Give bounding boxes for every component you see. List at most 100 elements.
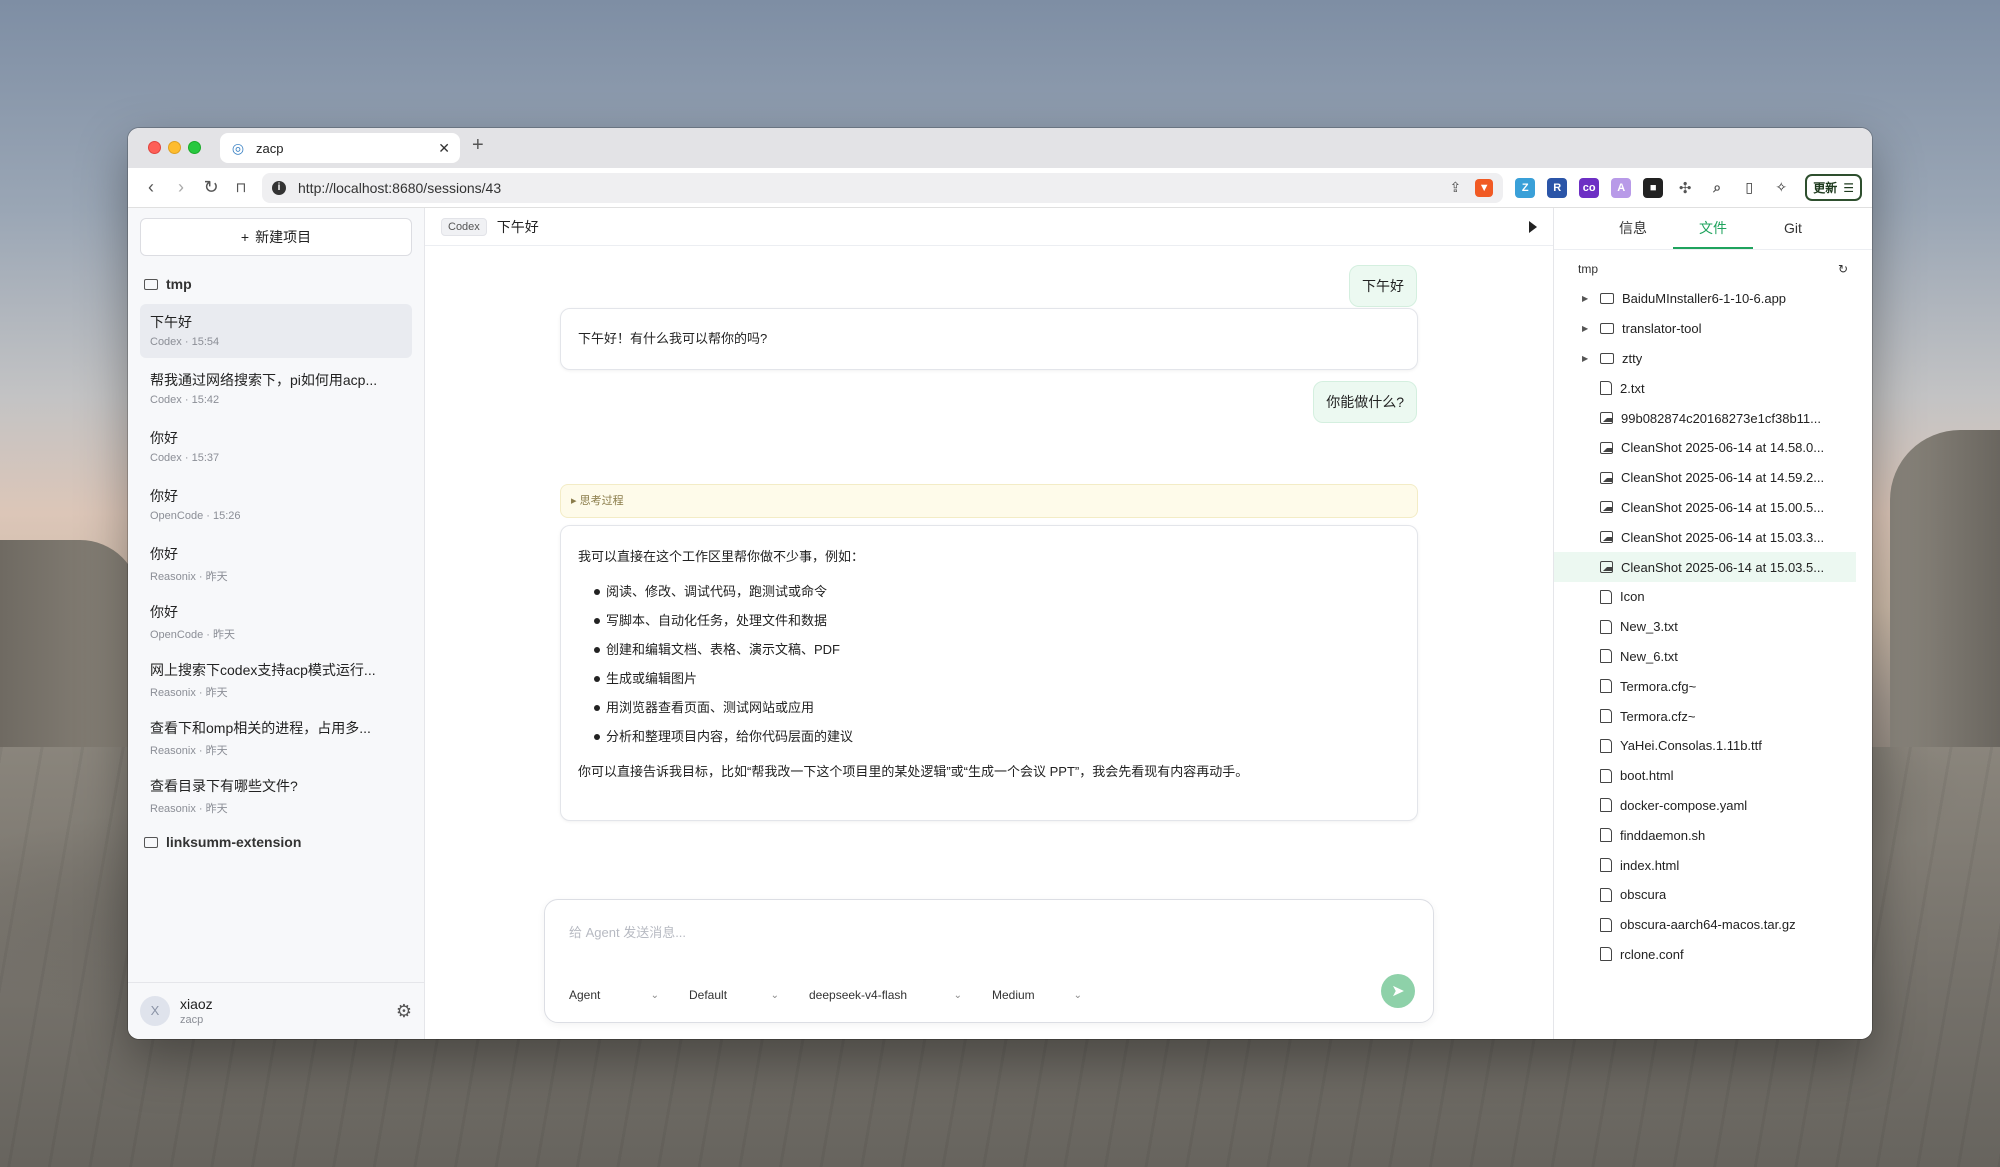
- file-entry[interactable]: New_3.txt: [1554, 612, 1856, 642]
- file-icon: [1600, 649, 1612, 664]
- gear-icon[interactable]: ⚙: [396, 1001, 412, 1022]
- back-icon[interactable]: ‹: [138, 175, 164, 201]
- folder-icon: [1600, 293, 1614, 305]
- play-icon[interactable]: [1529, 220, 1537, 233]
- session-title: 帮我通过网络搜索下，pi如何用acp...: [150, 372, 378, 388]
- session-item[interactable]: 你好 Codex · 15:37: [140, 420, 412, 474]
- new-tab-button[interactable]: +: [472, 134, 484, 157]
- avatar[interactable]: X: [140, 996, 170, 1026]
- message-input[interactable]: 给 Agent 发送消息...: [569, 922, 686, 941]
- browser-tab[interactable]: ◎ zacp ✕: [220, 133, 460, 163]
- close-window-button[interactable]: [148, 141, 161, 154]
- minimize-window-button[interactable]: [168, 141, 181, 154]
- file-entry[interactable]: rclone.conf: [1554, 940, 1856, 970]
- extension-z-icon[interactable]: Z: [1515, 177, 1536, 198]
- chevron-down-icon: ⌄: [650, 989, 659, 1001]
- mode-select[interactable]: Agent ⌄: [569, 988, 659, 1002]
- file-entry[interactable]: New_6.txt: [1554, 642, 1856, 672]
- file-entry[interactable]: 2.txt: [1554, 373, 1856, 403]
- extension-r-icon[interactable]: R: [1547, 177, 1568, 198]
- profile-select[interactable]: Default ⌄: [689, 988, 779, 1002]
- file-icon: [1600, 828, 1612, 843]
- file-entry[interactable]: CleanShot 2025-06-14 at 15.03.5...: [1554, 552, 1856, 582]
- browser-tab-title: zacp: [256, 140, 284, 156]
- entry-name: Termora.cfz~: [1620, 708, 1696, 724]
- file-entry[interactable]: CleanShot 2025-06-14 at 14.58.0...: [1554, 433, 1856, 463]
- folder-entry[interactable]: ▶ translator-tool: [1554, 314, 1856, 344]
- file-entry[interactable]: 99b082874c20168273e1cf38b11...: [1554, 403, 1856, 433]
- entry-name: CleanShot 2025-06-14 at 14.58.0...: [1621, 440, 1825, 456]
- session-item[interactable]: 下午好 Codex · 15:54: [140, 304, 412, 358]
- session-item[interactable]: 你好 Reasonix · 昨天: [140, 536, 412, 590]
- folder-entry[interactable]: ▶ BaiduMInstaller6-1-10-6.app: [1554, 284, 1856, 314]
- close-tab-icon[interactable]: ✕: [438, 140, 450, 157]
- caret-right-icon[interactable]: ▶: [1582, 324, 1594, 333]
- extensions-puzzle-icon[interactable]: ✣: [1675, 178, 1695, 198]
- sidebar-toggle-icon[interactable]: ▯: [1739, 178, 1759, 198]
- project-folder-tmp[interactable]: tmp: [128, 268, 424, 300]
- file-entry[interactable]: index.html: [1554, 850, 1856, 880]
- ai-sparkle-icon[interactable]: ✧: [1771, 178, 1791, 198]
- effort-select[interactable]: Medium ⌄: [992, 988, 1082, 1002]
- chevron-down-icon: ⌄: [770, 989, 779, 1001]
- image-file-icon: [1600, 441, 1613, 454]
- update-button[interactable]: 更新 ☰: [1805, 174, 1862, 201]
- chevron-down-icon: ⌄: [1073, 989, 1082, 1001]
- reload-icon[interactable]: ↻: [198, 175, 224, 201]
- zoom-window-button[interactable]: [188, 141, 201, 154]
- session-item[interactable]: 帮我通过网络搜索下，pi如何用acp... Codex · 15:42: [140, 362, 412, 416]
- send-icon[interactable]: ➤: [1381, 974, 1415, 1008]
- session-agent: Reasonix: [150, 687, 196, 699]
- meta-separator: ·: [206, 629, 210, 641]
- entry-name: BaiduMInstaller6-1-10-6.app: [1622, 291, 1787, 307]
- url-text[interactable]: http://localhost:8680/sessions/43: [298, 180, 1449, 196]
- entry-name: obscura-aarch64-macos.tar.gz: [1620, 917, 1796, 933]
- session-item[interactable]: 查看下和omp相关的进程，占用多... Reasonix · 昨天: [140, 710, 412, 764]
- new-project-label: 新建项目: [255, 229, 312, 245]
- bookmark-icon[interactable]: ⊓: [228, 175, 254, 201]
- file-entry[interactable]: Termora.cfz~: [1554, 701, 1856, 731]
- extension-ai-icon[interactable]: A: [1611, 177, 1632, 198]
- model-select[interactable]: deepseek-v4-flash ⌄: [809, 988, 962, 1002]
- address-bar[interactable]: i http://localhost:8680/sessions/43 ⇪ ▼: [262, 172, 1504, 203]
- meta-separator: ·: [198, 803, 203, 815]
- thinking-toggle[interactable]: ▸ 思考过程: [560, 484, 1418, 518]
- extension-search-icon[interactable]: ⌕: [1707, 178, 1727, 198]
- file-entry[interactable]: CleanShot 2025-06-14 at 14.59.2...: [1554, 463, 1856, 493]
- share-icon[interactable]: ⇪: [1449, 179, 1461, 196]
- file-entry[interactable]: YaHei.Consolas.1.11b.ttf: [1554, 731, 1856, 761]
- file-entry[interactable]: finddaemon.sh: [1554, 820, 1856, 850]
- session-item[interactable]: 你好 OpenCode · 昨天: [140, 594, 412, 648]
- session-agent: Reasonix: [150, 571, 196, 583]
- mode-value: Agent: [569, 988, 601, 1002]
- file-entry[interactable]: CleanShot 2025-06-14 at 15.03.3...: [1554, 522, 1856, 552]
- tab-info[interactable]: 信息: [1593, 208, 1673, 249]
- file-entry[interactable]: docker-compose.yaml: [1554, 791, 1856, 821]
- caret-right-icon[interactable]: ▶: [1582, 354, 1594, 363]
- file-entry[interactable]: Icon: [1554, 582, 1856, 612]
- file-entry[interactable]: CleanShot 2025-06-14 at 15.00.5...: [1554, 493, 1856, 523]
- file-entry[interactable]: boot.html: [1554, 761, 1856, 791]
- file-entry[interactable]: obscura-aarch64-macos.tar.gz: [1554, 910, 1856, 940]
- project-folder-linksumm[interactable]: linksumm-extension: [128, 826, 424, 858]
- extension-co-icon[interactable]: co: [1579, 177, 1600, 198]
- new-project-button[interactable]: + 新建项目: [140, 218, 412, 256]
- forward-icon[interactable]: ›: [168, 175, 194, 201]
- extension-dark-icon[interactable]: ■: [1643, 177, 1664, 198]
- file-entry[interactable]: Termora.cfg~: [1554, 671, 1856, 701]
- caret-right-icon[interactable]: ▶: [1582, 294, 1594, 303]
- site-info-icon[interactable]: i: [272, 180, 286, 195]
- entry-name: New_6.txt: [1620, 648, 1678, 664]
- session-item[interactable]: 查看目录下有哪些文件? Reasonix · 昨天: [140, 768, 412, 822]
- entry-name: CleanShot 2025-06-14 at 15.03.3...: [1621, 529, 1825, 545]
- session-item[interactable]: 网上搜索下codex支持acp模式运行... Reasonix · 昨天: [140, 652, 412, 706]
- agent-outro: 你可以直接告诉我目标，比如“帮我改一下这个项目里的某处逻辑”或“生成一个会议 P…: [578, 764, 1249, 779]
- file-entry[interactable]: obscura: [1554, 880, 1856, 910]
- folder-entry[interactable]: ▶ ztty: [1554, 344, 1856, 374]
- refresh-icon[interactable]: ↻: [1838, 262, 1848, 276]
- brave-shields-icon[interactable]: ▼: [1475, 178, 1494, 197]
- tab-git[interactable]: Git: [1753, 208, 1833, 249]
- session-item[interactable]: 你好 OpenCode · 15:26: [140, 478, 412, 532]
- tab-files[interactable]: 文件: [1673, 208, 1753, 249]
- session-meta: Codex · 15:42: [150, 394, 402, 406]
